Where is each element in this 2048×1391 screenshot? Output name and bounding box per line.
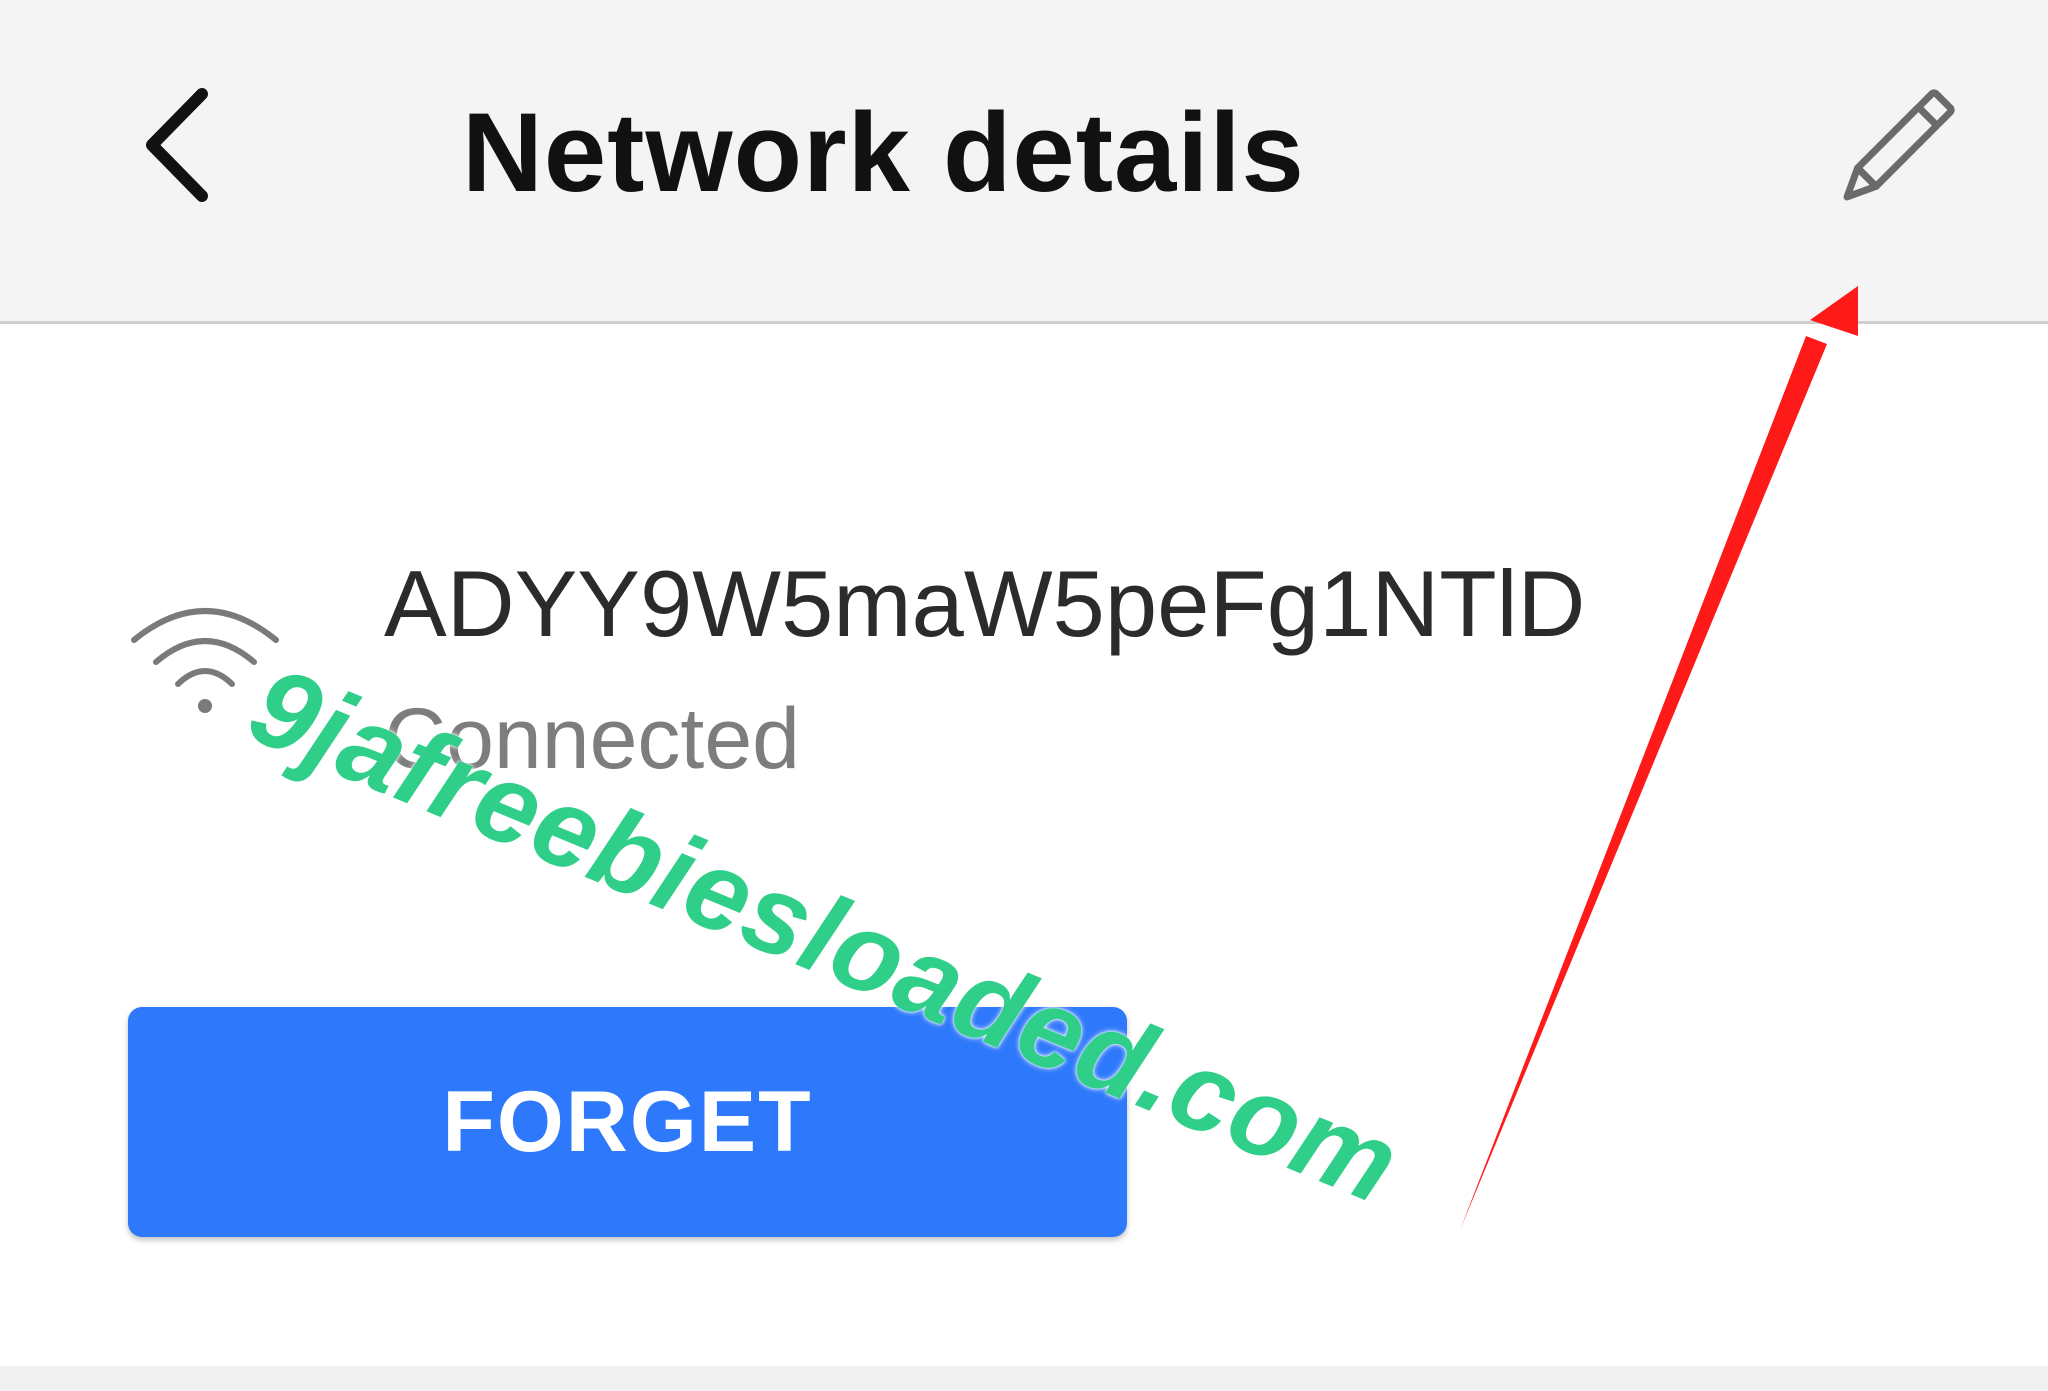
- connection-status: Connected: [384, 691, 800, 787]
- pencil-icon: [1843, 89, 1955, 201]
- bottom-divider: [0, 1366, 2048, 1391]
- page-title: Network details: [462, 90, 1305, 215]
- forget-button[interactable]: FORGET: [128, 1007, 1127, 1237]
- back-button[interactable]: [130, 80, 240, 210]
- wifi-icon: [131, 608, 279, 713]
- edit-button[interactable]: [1818, 76, 1968, 226]
- app-bar: Network details: [0, 0, 2048, 324]
- forget-button-label: FORGET: [442, 1073, 813, 1170]
- network-ssid: ADYY9W5maW5peFg1NTlD: [384, 551, 1586, 656]
- chevron-left-icon: [146, 88, 208, 202]
- network-details-screen: Network details ADYY9W5maW5peFg1NTlD Con…: [0, 0, 2048, 1391]
